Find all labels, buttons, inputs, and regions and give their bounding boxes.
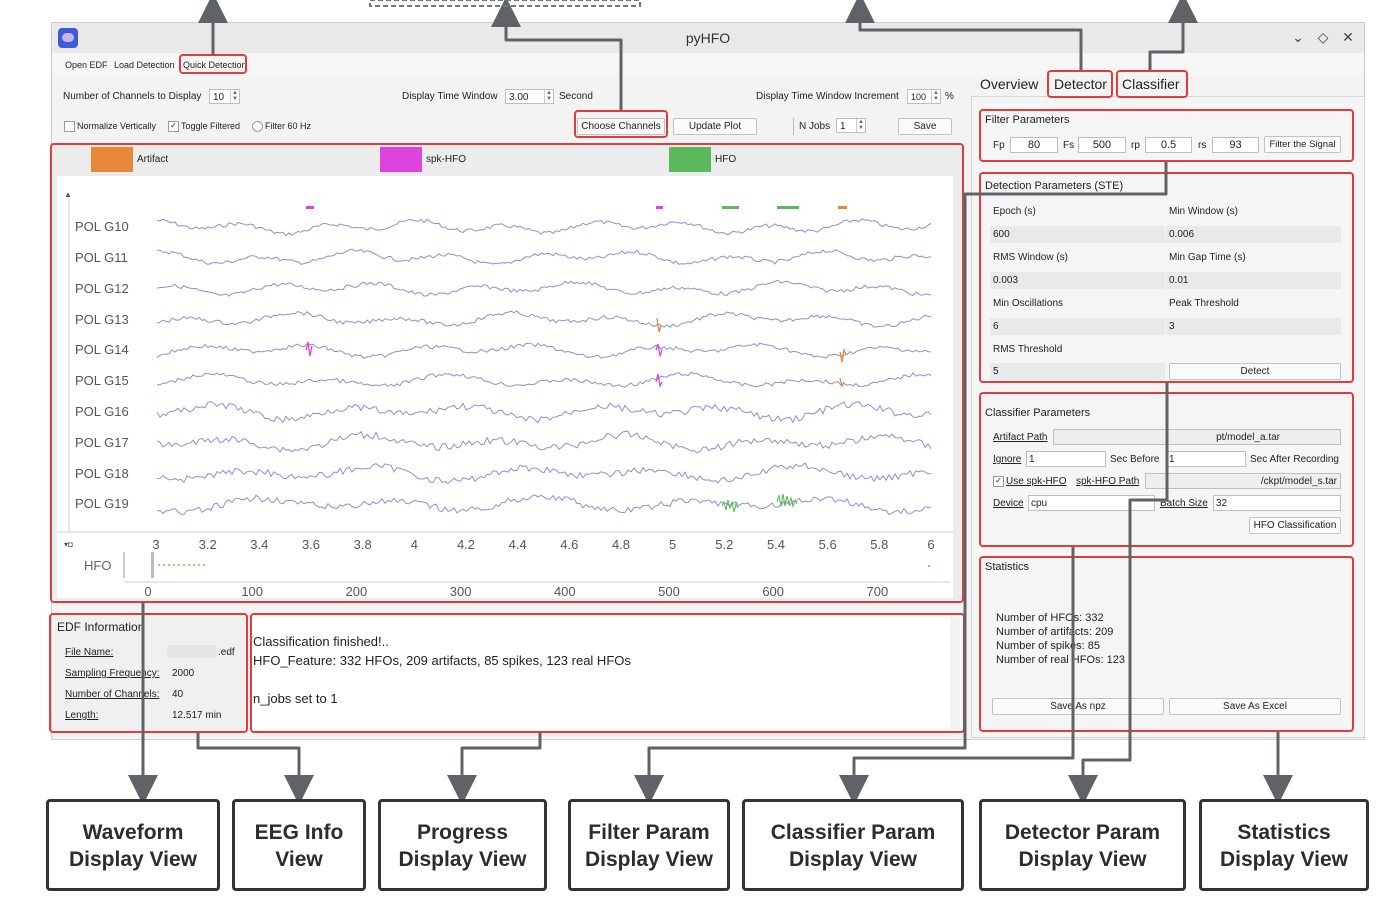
label-eeg-info-view: EEG Info View xyxy=(232,799,366,891)
label-classifier-param-display-view: Classifier Param Display View xyxy=(742,799,964,891)
label-progress-display-view: Progress Display View xyxy=(378,799,547,891)
highlight-progress xyxy=(250,613,965,733)
label-filter-param-display-view: Filter Param Display View xyxy=(568,799,730,891)
label-detector-param-display-view: Detector Param Display View xyxy=(979,799,1186,891)
annotation-line: Progress xyxy=(416,821,509,844)
highlight-classifier-tab xyxy=(1116,70,1188,98)
annotation-line: View xyxy=(275,848,323,871)
highlight-edf-info xyxy=(49,613,248,733)
annotation-line: Display View xyxy=(398,848,527,871)
highlight-quick-detection xyxy=(179,54,247,74)
highlight-choose-channels xyxy=(574,110,668,138)
annotation-line: Display View xyxy=(788,848,917,871)
annotation-line: Display View xyxy=(1018,848,1147,871)
highlight-detector-tab xyxy=(1047,70,1113,98)
annotation-line: Display View xyxy=(1219,848,1348,871)
tab-overview[interactable]: Overview xyxy=(980,76,1038,92)
annotation-line: Statistics xyxy=(1237,821,1331,844)
annotation-line: EEG Info xyxy=(254,821,344,844)
annotation-line: Detector Param xyxy=(1004,821,1161,844)
highlight-statistics xyxy=(979,556,1354,732)
highlight-filter-params xyxy=(979,109,1354,162)
annotation-line: Display View xyxy=(584,848,713,871)
annotation-line: Classifier Param xyxy=(770,821,936,844)
annotation-line: Display View xyxy=(68,848,197,871)
highlight-classifier-params xyxy=(979,392,1354,547)
highlight-detection-params xyxy=(979,172,1354,383)
label-statistics-display-view: Statistics Display View xyxy=(1199,799,1369,891)
label-waveform-display-view: Waveform Display View xyxy=(46,799,220,891)
annotation-line: Filter Param xyxy=(588,821,710,844)
annotation-line: Waveform xyxy=(82,821,184,844)
highlight-waveform xyxy=(50,143,964,603)
